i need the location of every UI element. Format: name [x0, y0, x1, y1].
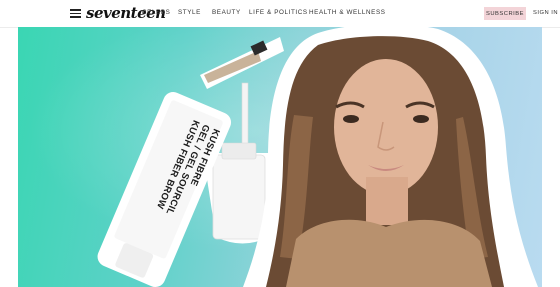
nav-item-life-politics[interactable]: LIFE & POLITICS: [249, 9, 308, 16]
nav-item-style[interactable]: STYLE: [178, 9, 201, 16]
hero-image[interactable]: KUSH FIBER BROW GEL / GEL SOURCIL KUSH F…: [18, 27, 542, 287]
model-portrait: [243, 27, 538, 287]
subscribe-button[interactable]: SUBSCRIBE: [484, 7, 526, 20]
nav-item-health-wellness[interactable]: HEALTH & WELLNESS: [309, 9, 386, 16]
nav-item-celebs[interactable]: CELEBS: [142, 9, 170, 16]
hero-illustration: KUSH FIBER BROW GEL / GEL SOURCIL KUSH F…: [97, 27, 538, 287]
hamburger-menu-icon[interactable]: [70, 9, 81, 18]
top-navigation-bar: seventeen CELEBS STYLE BEAUTY LIFE & POL…: [0, 0, 560, 28]
nav-item-beauty[interactable]: BEAUTY: [212, 9, 241, 16]
sign-in-link[interactable]: SIGN IN: [533, 10, 558, 16]
